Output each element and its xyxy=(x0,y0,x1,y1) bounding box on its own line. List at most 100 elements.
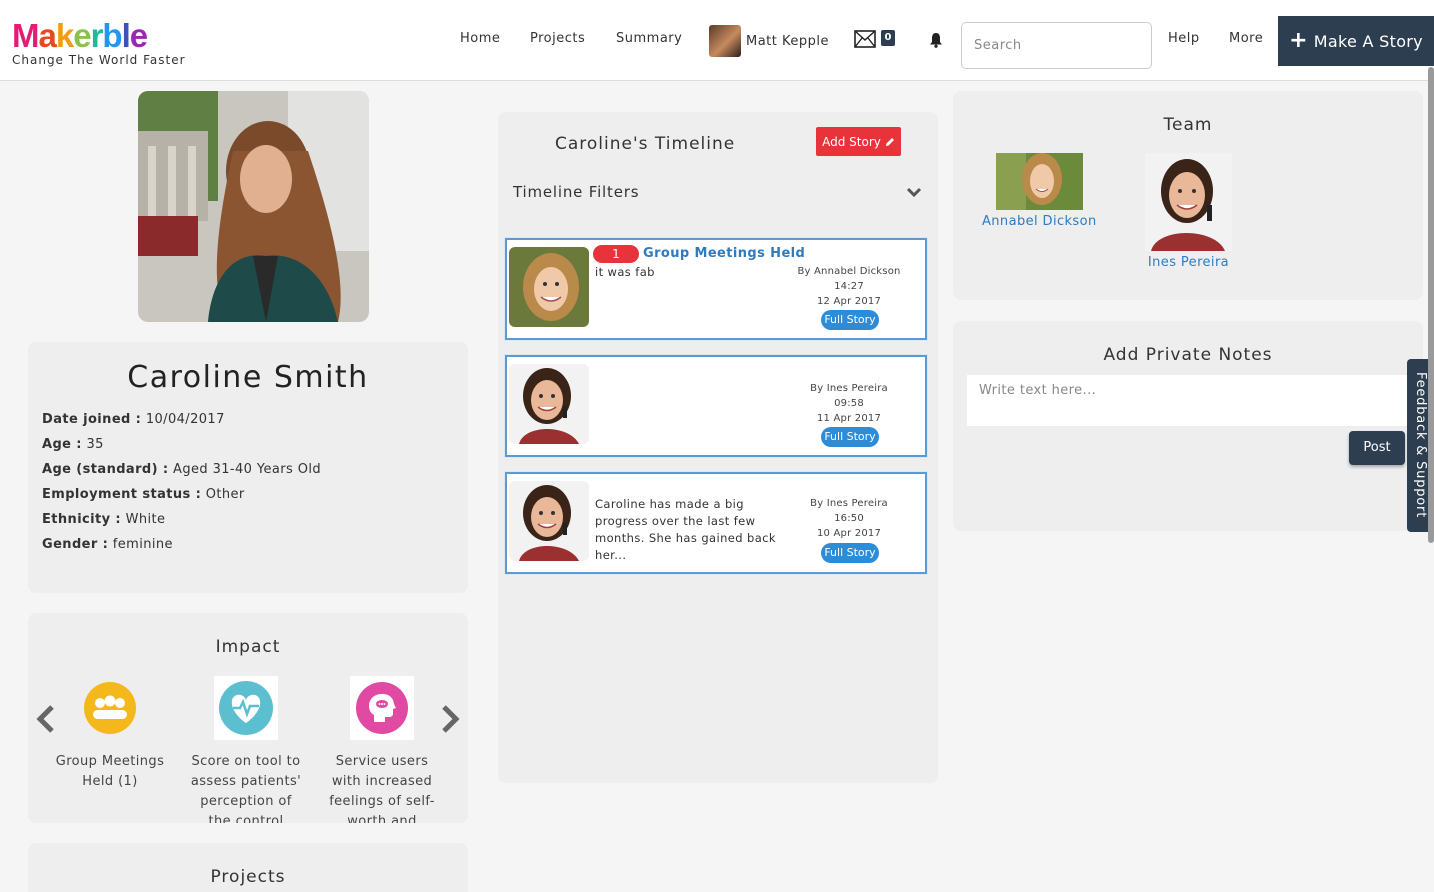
story-author-photo xyxy=(509,247,589,327)
impact-item[interactable]: Service users with increased feelings of… xyxy=(326,676,438,823)
plus-icon: + xyxy=(1289,28,1308,53)
story-count-badge: 1 xyxy=(593,245,639,263)
nav-projects[interactable]: Projects xyxy=(530,31,585,46)
team-member-photo xyxy=(995,153,1083,210)
team-panel: Team Annabel Dickson Ines Pereira xyxy=(953,91,1423,300)
logo-wordmark: Makerble xyxy=(12,18,186,54)
story-text: it was fab xyxy=(595,265,655,279)
page-scrollbar[interactable] xyxy=(1428,67,1434,543)
full-story-button[interactable]: Full Story xyxy=(821,310,879,330)
profile-field-row: Date joined : 10/04/2017 xyxy=(42,407,468,432)
story-author-photo xyxy=(509,481,589,561)
add-story-button[interactable]: Add Story xyxy=(816,127,901,156)
profile-photo xyxy=(138,91,369,322)
make-a-story-button[interactable]: + Make A Story xyxy=(1278,16,1434,66)
profile-field-row: Age (standard) : Aged 31-40 Years Old xyxy=(42,457,468,482)
story-author-photo xyxy=(509,364,589,444)
story-text: Caroline has made a big progress over th… xyxy=(595,497,776,562)
impact-item[interactable]: Score on tool to assess patients' percep… xyxy=(190,676,302,823)
private-notes-panel: Add Private Notes Post xyxy=(953,321,1423,531)
bell-icon[interactable] xyxy=(928,32,944,52)
team-member[interactable]: Ines Pereira xyxy=(1145,153,1232,270)
projects-panel: Projects xyxy=(28,843,468,892)
field-label: Age : xyxy=(42,437,82,452)
field-label: Date joined : xyxy=(42,412,142,427)
story-time: 09:58 xyxy=(834,398,864,409)
field-label: Ethnicity : xyxy=(42,512,122,527)
make-story-label: Make A Story xyxy=(1313,31,1423,51)
head-chat-icon xyxy=(350,676,414,740)
user-name: Matt Kepple xyxy=(746,33,829,49)
mail-count-badge: 0 xyxy=(881,30,895,46)
logo-letter: e xyxy=(129,17,148,54)
feedback-label: Feedback & Support xyxy=(1413,372,1428,519)
nav-summary[interactable]: Summary xyxy=(616,31,682,46)
profile-field-row: Employment status : Other xyxy=(42,482,468,507)
pencil-icon xyxy=(885,137,895,147)
timeline-story-card[interactable]: By Ines Pereira 09:58 11 Apr 2017 Full S… xyxy=(505,355,927,457)
logo-letter: e xyxy=(73,17,91,54)
timeline-panel: Caroline's Timeline Add Story Timeline F… xyxy=(498,112,938,783)
team-title: Team xyxy=(1163,115,1213,135)
heart-pulse-icon xyxy=(214,676,278,740)
search-input[interactable] xyxy=(961,22,1152,69)
add-story-label: Add Story xyxy=(822,134,881,149)
impact-panel: Impact Group Meetings Held (1) Score on … xyxy=(28,613,468,823)
nav-help[interactable]: Help xyxy=(1168,31,1200,46)
makerble-logo[interactable]: Makerble Change The World Faster xyxy=(12,18,186,68)
notes-title: Add Private Notes xyxy=(1103,345,1273,365)
story-meta: By Annabel Dickson 14:27 12 Apr 2017 xyxy=(787,264,911,309)
profile-info-panel: Caroline Smith Date joined : 10/04/2017 … xyxy=(28,342,468,593)
nav-more[interactable]: More xyxy=(1229,31,1263,46)
timeline-story-card[interactable]: 1 Group Meetings Held it was fab By Anna… xyxy=(505,238,927,340)
timeline-title: Caroline's Timeline xyxy=(555,134,736,154)
story-date: 10 Apr 2017 xyxy=(816,528,882,539)
story-author: By Annabel Dickson xyxy=(797,266,901,277)
story-meta: By Ines Pereira 16:50 10 Apr 2017 xyxy=(787,496,911,541)
logo-letter: r xyxy=(90,17,104,54)
logo-letter: k xyxy=(55,17,74,54)
nav-user-profile[interactable]: Matt Kepple xyxy=(709,25,829,57)
private-notes-textarea[interactable] xyxy=(967,375,1407,426)
story-date: 11 Apr 2017 xyxy=(816,413,882,424)
nav-home[interactable]: Home xyxy=(460,31,500,46)
story-time: 14:27 xyxy=(834,281,864,292)
group-icon xyxy=(78,676,142,740)
team-member-name[interactable]: Annabel Dickson xyxy=(982,214,1097,229)
full-story-button[interactable]: Full Story xyxy=(821,543,879,563)
field-value: 10/04/2017 xyxy=(145,412,225,427)
chevron-down-icon[interactable] xyxy=(906,184,922,203)
field-value: 35 xyxy=(86,437,104,452)
mail-icon[interactable] xyxy=(854,30,876,52)
profile-name: Caroline Smith xyxy=(127,360,369,395)
user-avatar xyxy=(709,25,741,57)
team-member-name[interactable]: Ines Pereira xyxy=(1145,255,1232,270)
impact-item-label: Service users with increased feelings of… xyxy=(329,754,435,823)
team-member[interactable]: Annabel Dickson xyxy=(982,153,1097,229)
story-meta: By Ines Pereira 09:58 11 Apr 2017 xyxy=(787,381,911,426)
impact-item[interactable]: Group Meetings Held (1) xyxy=(54,676,166,792)
field-label: Employment status : xyxy=(42,487,202,502)
story-date: 12 Apr 2017 xyxy=(816,296,882,307)
field-label: Age (standard) : xyxy=(42,462,169,477)
field-label: Gender : xyxy=(42,537,109,552)
timeline-story-card[interactable]: Caroline has made a big progress over th… xyxy=(505,472,927,574)
profile-field-row: Age : 35 xyxy=(42,432,468,457)
timeline-filters-toggle[interactable]: Timeline Filters xyxy=(513,183,639,201)
logo-tagline: Change The World Faster xyxy=(12,53,186,67)
logo-letter: M xyxy=(12,17,39,54)
impact-item-label: Group Meetings Held (1) xyxy=(55,754,165,789)
profile-field-row: Ethnicity : White xyxy=(42,507,468,532)
story-time: 16:50 xyxy=(834,513,864,524)
story-title[interactable]: Group Meetings Held xyxy=(643,246,805,261)
top-navbar: Makerble Change The World Faster Home Pr… xyxy=(0,0,1434,81)
post-button[interactable]: Post xyxy=(1349,431,1405,465)
chevron-left-icon[interactable] xyxy=(36,705,56,737)
profile-fields: Date joined : 10/04/2017 Age : 35 Age (s… xyxy=(42,407,468,557)
field-value: White xyxy=(125,512,166,527)
chevron-right-icon[interactable] xyxy=(440,705,460,737)
story-author: By Ines Pereira xyxy=(810,498,888,509)
logo-letter: b xyxy=(102,17,122,54)
team-member-photo xyxy=(1145,153,1232,251)
full-story-button[interactable]: Full Story xyxy=(821,427,879,447)
